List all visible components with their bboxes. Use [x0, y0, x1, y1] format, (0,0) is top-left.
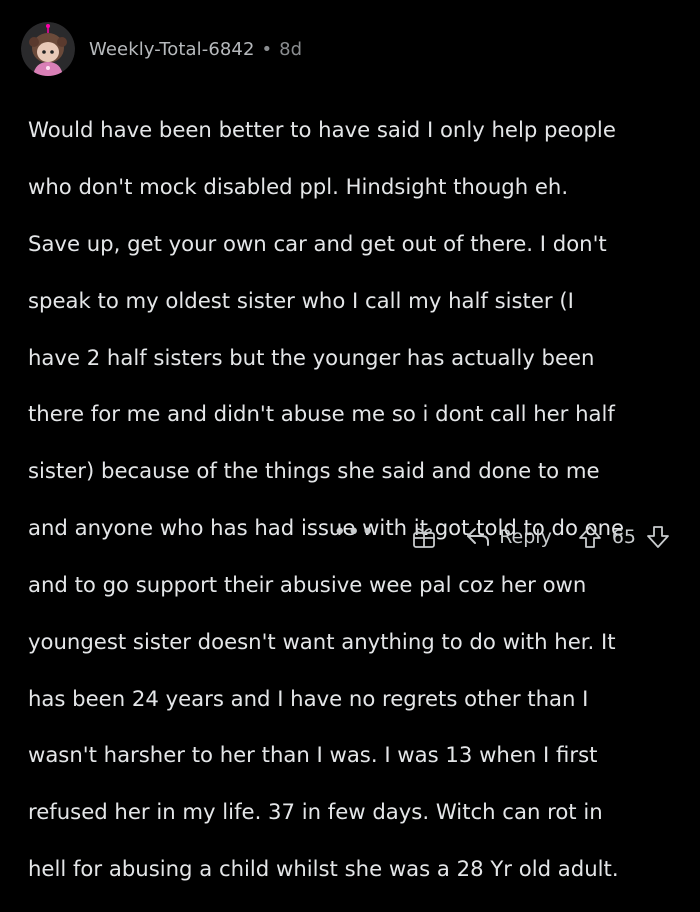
comment-actions: ••• Reply 65 [333, 520, 670, 554]
comment-line: Save up, get your own car and get out of… [28, 231, 607, 257]
author-username[interactable]: Weekly-Total-6842 [89, 39, 255, 60]
gift-award-icon[interactable] [411, 524, 437, 550]
upvote-arrow-icon[interactable] [578, 524, 602, 550]
comment-line: have 2 half sisters but the younger has … [28, 344, 595, 370]
reply-button[interactable]: Reply [465, 526, 552, 548]
comment-body: Would have been better to have said I on… [28, 88, 692, 912]
comment-line: sister) because of the things she said a… [28, 458, 600, 484]
reply-arrow-icon [467, 528, 490, 546]
comment-line: refused her in my life. 37 in few days. … [28, 799, 603, 825]
more-options-button[interactable]: ••• [333, 522, 375, 552]
meta-separator: • [261, 38, 273, 60]
vote-controls: 65 [578, 524, 670, 550]
comment-line: hell for abusing a child whilst she was … [28, 855, 619, 881]
comment-line: wasn't harsher to her than I was. I was … [28, 742, 598, 768]
reply-label: Reply [499, 526, 552, 548]
comment-line: who don't mock disabled ppl. Hindsight t… [28, 174, 569, 200]
vote-score: 65 [611, 526, 636, 548]
comment-header: Weekly-Total-6842 • 8d [21, 21, 302, 77]
comment-line: there for me and didn't abuse me so i do… [28, 401, 615, 427]
comment-card: Weekly-Total-6842 • 8d Would have been b… [0, 0, 700, 881]
comment-line: and to go support their abusive wee pal … [28, 571, 587, 597]
comment-line: has been 24 years and I have no regrets … [28, 685, 589, 711]
comment-line: speak to my oldest sister who I call my … [28, 287, 574, 313]
downvote-arrow-icon[interactable] [646, 524, 670, 550]
comment-line: Would have been better to have said I on… [28, 117, 616, 143]
comment-line: youngest sister doesn't want anything to… [28, 628, 616, 654]
comment-age: 8d [279, 38, 303, 60]
user-avatar[interactable] [21, 22, 75, 76]
